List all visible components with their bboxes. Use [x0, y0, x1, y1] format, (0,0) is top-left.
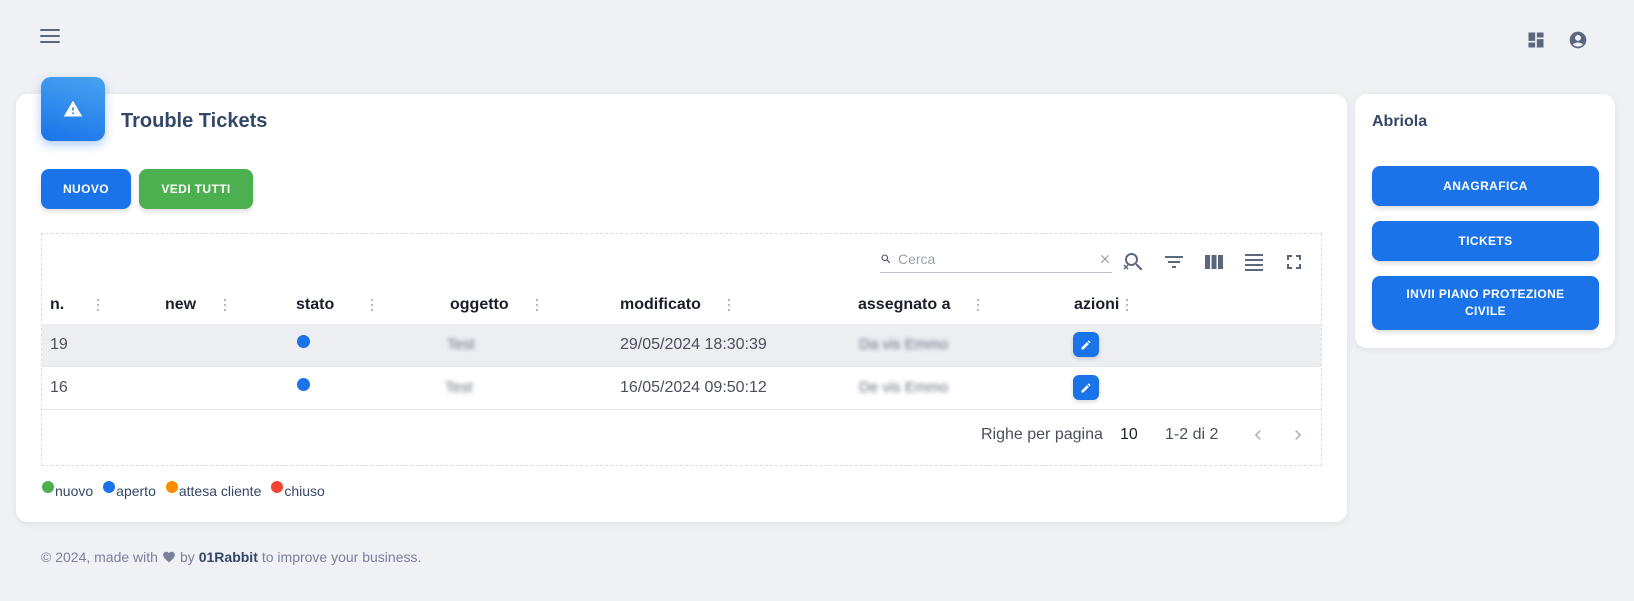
footer-suffix: to improve your business.	[261, 549, 422, 565]
cell-n: 19	[50, 336, 68, 353]
column-menu-icon[interactable]	[96, 299, 100, 313]
column-header-oggetto[interactable]: oggetto	[450, 296, 509, 314]
table-row[interactable]: 16 Test 16/05/2024 09:50:12 De vis Emmo	[42, 367, 1321, 409]
cell-oggetto: Test	[445, 379, 473, 396]
dashboard-icon[interactable]	[1526, 30, 1546, 50]
view-all-button[interactable]: VEDI TUTTI	[139, 169, 253, 209]
anagrafica-button[interactable]: ANAGRAFICA	[1372, 166, 1599, 206]
legend-item: chiuso	[271, 481, 325, 499]
chevron-right-icon[interactable]	[1288, 425, 1308, 445]
edit-button[interactable]	[1073, 375, 1099, 400]
search-icon	[881, 254, 891, 264]
row-divider	[42, 409, 1321, 410]
edit-button[interactable]	[1073, 332, 1099, 357]
legend-dot	[103, 481, 116, 493]
topbar-actions	[1526, 30, 1588, 50]
legend-dot	[42, 481, 54, 493]
status-dot	[297, 335, 310, 348]
edit-icon	[1081, 382, 1091, 392]
cell-oggetto: Test	[447, 336, 475, 353]
legend-label: chiuso	[284, 483, 325, 499]
columns-icon[interactable]	[1202, 250, 1226, 274]
status-legend: nuovo aperto attesa cliente chiuso	[42, 481, 327, 499]
search-reset-icon[interactable]	[1122, 250, 1146, 274]
column-header-assegnato[interactable]: assegnato a	[858, 296, 950, 314]
tickets-button[interactable]: TICKETS	[1372, 221, 1599, 261]
column-menu-icon[interactable]	[370, 299, 374, 313]
cell-assegnato: De vis Emmo	[859, 379, 949, 396]
column-header-azioni: azioni	[1074, 296, 1120, 313]
cell-n: 16	[50, 379, 68, 396]
footer-prefix: © 2024, made with	[41, 549, 158, 565]
footer: © 2024, made with by 01Rabbit to improve…	[41, 549, 421, 565]
account-circle-icon[interactable]	[1568, 30, 1588, 50]
search-field	[880, 246, 1112, 273]
legend-dot	[271, 481, 284, 493]
warning-icon	[41, 77, 105, 141]
column-header-stato[interactable]: stato	[296, 296, 334, 314]
fullscreen-icon[interactable]	[1282, 250, 1306, 274]
clear-icon[interactable]	[1098, 252, 1112, 266]
density-icon[interactable]	[1242, 250, 1266, 274]
column-header-n[interactable]: n.	[50, 296, 64, 314]
column-header-new[interactable]: new	[165, 296, 196, 314]
legend-dot	[165, 481, 178, 493]
rows-per-page-select[interactable]: 10	[1120, 426, 1138, 444]
legend-label: nuovo	[55, 483, 94, 499]
status-dot	[297, 378, 310, 391]
column-menu-icon[interactable]	[1125, 299, 1129, 313]
column-menu-icon[interactable]	[727, 299, 731, 313]
heart-icon	[163, 551, 175, 563]
menu-icon[interactable]	[40, 29, 60, 45]
legend-label: aperto	[116, 483, 156, 499]
footer-by: by	[179, 549, 195, 565]
search-input[interactable]	[892, 250, 1098, 268]
legend-label: attesa cliente	[178, 483, 262, 499]
column-menu-icon[interactable]	[223, 299, 227, 313]
footer-brand-link[interactable]: 01Rabbit	[199, 549, 258, 565]
cell-modificato: 29/05/2024 18:30:39	[620, 336, 767, 353]
chevron-left-icon[interactable]	[1248, 425, 1268, 445]
column-header-modificato[interactable]: modificato	[620, 296, 701, 314]
invii-piano-button[interactable]: INVII PIANO PROTEZIONE CIVILE	[1372, 276, 1599, 330]
legend-item: aperto	[103, 481, 156, 499]
legend-item: nuovo	[42, 481, 94, 499]
rows-per-page-label: Righe per pagina	[981, 426, 1103, 443]
legend-item: attesa cliente	[165, 481, 262, 499]
new-ticket-button[interactable]: NUOVO	[41, 169, 131, 209]
page-range: 1-2 di 2	[1165, 426, 1219, 443]
column-menu-icon[interactable]	[535, 299, 539, 313]
column-menu-icon[interactable]	[976, 299, 980, 313]
filter-icon[interactable]	[1162, 250, 1186, 274]
table-row[interactable]: 19 Test 29/05/2024 18:30:39 Da vis Emmo	[42, 324, 1321, 366]
edit-icon	[1081, 339, 1091, 349]
page-title: Trouble Tickets	[121, 110, 268, 132]
cell-modificato: 16/05/2024 09:50:12	[620, 379, 767, 396]
customer-name: Abriola	[1372, 113, 1428, 130]
cell-assegnato: Da vis Emmo	[859, 336, 949, 353]
